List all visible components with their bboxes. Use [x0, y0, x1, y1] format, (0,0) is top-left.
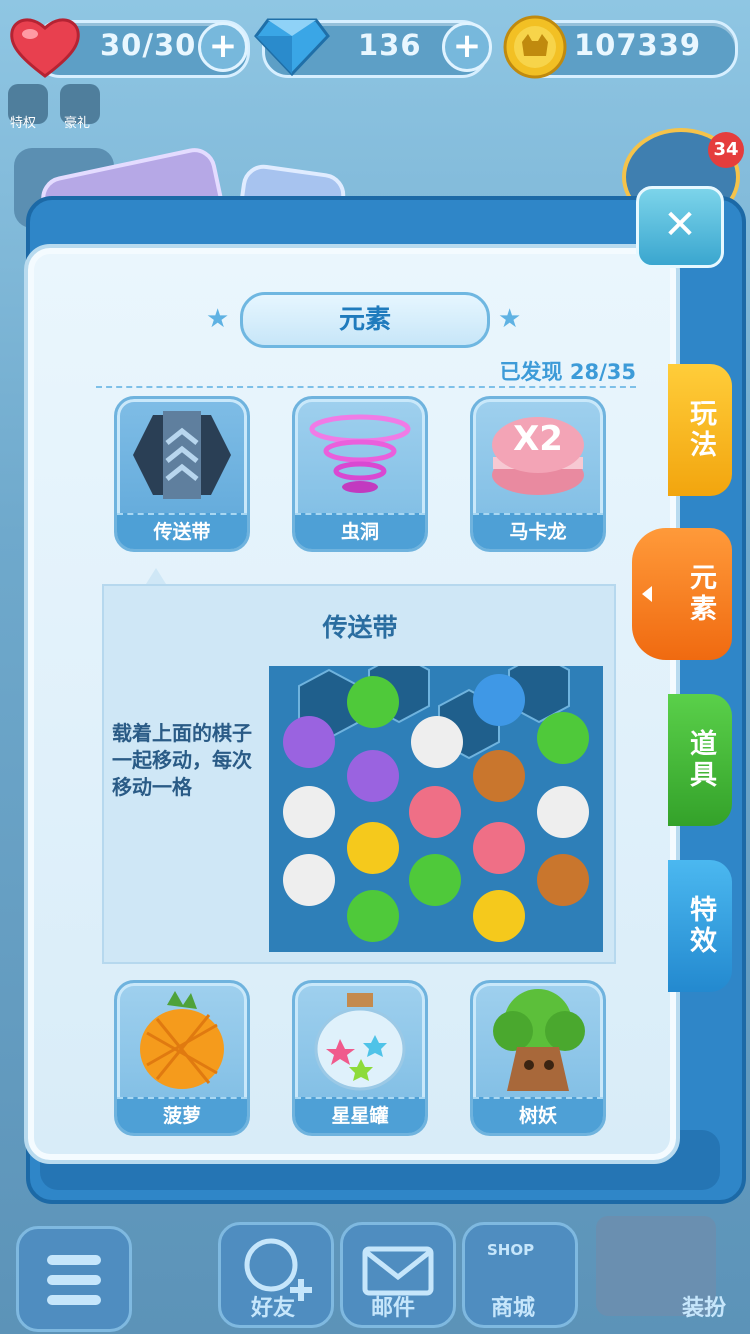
brown-bear-piece: [537, 854, 589, 906]
purple-cat-piece: [347, 750, 399, 802]
star-icon-left: ★: [206, 304, 230, 334]
detail-title: 传送带: [322, 613, 398, 642]
coin-icon: [502, 14, 568, 80]
tab-gameplay[interactable]: 玩法: [668, 364, 732, 496]
element-label: 传送带: [117, 513, 247, 549]
brown-bear-piece: [473, 750, 525, 802]
page-title: 元素: [240, 292, 490, 348]
add-gems-button[interactable]: +: [442, 22, 492, 72]
tab-arrow-icon: [642, 586, 652, 602]
diamond-icon: [254, 14, 330, 78]
element-label: 马卡龙: [473, 513, 603, 549]
green-bunny-piece: [347, 676, 399, 728]
purple-cat-piece: [283, 716, 335, 768]
multiplier-text: X2: [513, 419, 563, 459]
blue-whale-piece: [473, 674, 525, 726]
element-label: 星星罐: [295, 1097, 425, 1133]
panda-piece: [537, 786, 589, 838]
element-tile-tree-demon[interactable]: 树妖: [470, 980, 606, 1136]
element-tile-conveyor[interactable]: 传送带: [114, 396, 250, 552]
element-label: 树妖: [473, 1097, 603, 1133]
tab-effects[interactable]: 特效: [668, 860, 732, 992]
element-label: 虫洞: [295, 513, 425, 549]
panda-piece: [283, 786, 335, 838]
tab-items[interactable]: 道具: [668, 694, 732, 826]
element-tile-wormhole[interactable]: 虫洞: [292, 396, 428, 552]
panda-piece: [283, 854, 335, 906]
shop-label: 商城: [490, 1296, 535, 1321]
heart-icon: [8, 14, 82, 80]
pink-deer-piece: [473, 822, 525, 874]
pineapple-icon: [140, 991, 224, 1089]
coins-count: 107339: [574, 28, 702, 62]
element-label: 菠萝: [117, 1097, 247, 1133]
green-bunny-piece: [347, 890, 399, 942]
tree-demon-icon: [493, 989, 585, 1091]
notification-badge: 34: [708, 132, 744, 168]
add-lives-button[interactable]: +: [198, 22, 248, 72]
shop-sign: SHOP: [487, 1241, 535, 1259]
wormhole-icon: [309, 414, 411, 493]
yellow-chick-piece: [347, 822, 399, 874]
lives-count: 30/30: [100, 28, 197, 62]
green-bunny-piece: [409, 854, 461, 906]
divider: [96, 386, 636, 388]
privilege-label: 特权: [10, 116, 37, 131]
dressup-label: 装扮: [681, 1296, 726, 1321]
mail-label: 邮件: [370, 1296, 415, 1321]
element-tile-macaron[interactable]: X2 马卡龙: [470, 396, 606, 552]
star-icon-right: ★: [498, 304, 522, 334]
found-counter: 已发现 28/35: [499, 360, 636, 384]
conveyor-icon: [133, 411, 231, 499]
panda-piece: [411, 716, 463, 768]
demo-board: [269, 652, 603, 952]
element-tile-star-jar[interactable]: 星星罐: [292, 980, 428, 1136]
list-icon: [47, 1255, 101, 1305]
pink-deer-piece: [409, 786, 461, 838]
gift-label: 豪礼: [64, 116, 91, 131]
element-tile-pineapple[interactable]: 菠萝: [114, 980, 250, 1136]
selection-pointer: [146, 568, 166, 584]
detail-description: 载着上面的棋子一起移动，每次移动一格: [112, 721, 252, 799]
friends-label: 好友: [250, 1296, 295, 1321]
yellow-chick-piece: [473, 890, 525, 942]
green-bunny-piece: [537, 712, 589, 764]
star-jar-icon: [314, 993, 406, 1091]
gems-count: 136: [358, 28, 422, 62]
menu-button[interactable]: [16, 1226, 132, 1332]
close-button[interactable]: ✕: [636, 186, 724, 268]
